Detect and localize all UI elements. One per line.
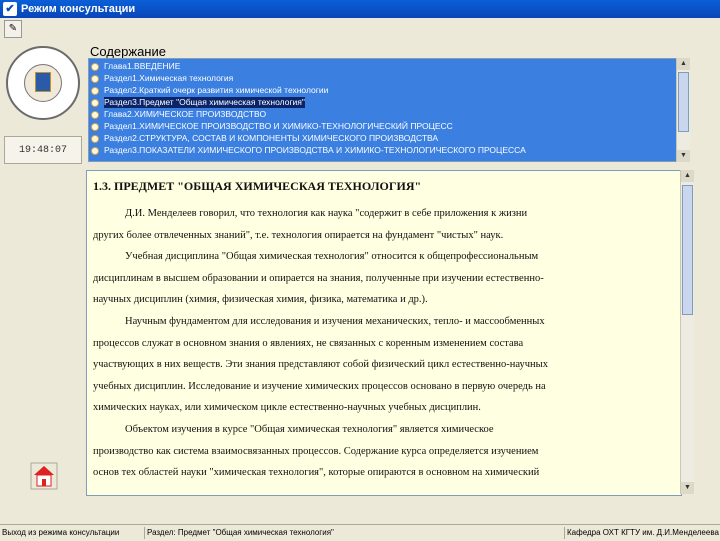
doc-line: Научным фундаментом для исследования и и… — [125, 316, 545, 327]
toc-item[interactable]: Глава1.ВВЕДЕНИЕ — [91, 61, 180, 72]
clock-display: 19:48:07 — [4, 136, 82, 164]
bullet-icon — [91, 122, 99, 131]
bullet-icon — [91, 62, 99, 71]
doc-line: дисциплинам в высшем образовании и опира… — [93, 272, 544, 284]
app-icon: ✔ — [3, 2, 17, 16]
dept-status: Кафедра ОХТ КГТУ им. Д.И.Менделеева — [564, 527, 719, 539]
toc-scrollbar[interactable]: ▲ ▼ — [676, 58, 690, 162]
title-bar: ✔ Режим консультации — [0, 0, 720, 18]
toc-item[interactable]: Раздел3.ПОКАЗАТЕЛИ ХИМИЧЕСКОГО ПРОИЗВОДС… — [91, 145, 526, 156]
document-pane: 1.3. ПРЕДМЕТ "ОБЩАЯ ХИМИЧЕСКАЯ ТЕХНОЛОГИ… — [86, 170, 682, 496]
toc-item-label: Раздел2.Краткий очерк развития химическо… — [104, 85, 329, 95]
toc-item-label: Раздел3.Предмет "Общая химическая технол… — [104, 97, 305, 108]
toc-item[interactable]: Раздел2.СТРУКТУРА, СОСТАВ И КОМПОНЕНТЫ Х… — [91, 133, 438, 144]
bullet-icon — [91, 134, 99, 143]
doc-line: производство как система взаимосвязанных… — [93, 445, 539, 457]
bullet-icon — [91, 110, 99, 119]
scroll-down-icon[interactable]: ▼ — [677, 150, 690, 162]
bullet-icon — [91, 98, 99, 107]
doc-heading: 1.3. ПРЕДМЕТ "ОБЩАЯ ХИМИЧЕСКАЯ ТЕХНОЛОГИ… — [93, 179, 422, 193]
toc-item[interactable]: Глава2.ХИМИЧЕСКОЕ ПРОИЗВОДСТВО — [91, 109, 266, 120]
toc-scroll-thumb[interactable] — [678, 72, 689, 132]
doc-line: Учебная дисциплина "Общая химическая тех… — [125, 251, 539, 263]
doc-line: участвующих в них веществ. Эти знания пр… — [93, 359, 548, 371]
toc-item-label: Глава2.ХИМИЧЕСКОЕ ПРОИЗВОДСТВО — [104, 109, 267, 119]
doc-line: Объектом изучения в курсе "Общая химичес… — [125, 424, 494, 435]
toc-item-label: Раздел3.ПОКАЗАТЕЛИ ХИМИЧЕСКОГО ПРОИЗВОДС… — [104, 145, 526, 155]
edit-icon[interactable]: ✎ — [4, 20, 22, 38]
scroll-up-icon[interactable]: ▲ — [681, 170, 694, 182]
bullet-icon — [91, 146, 99, 155]
toc-item[interactable]: Раздел2.Краткий очерк развития химическо… — [91, 85, 328, 96]
bullet-icon — [91, 86, 99, 95]
scroll-up-icon[interactable]: ▲ — [677, 58, 690, 70]
status-bar: Выход из режима консультации Раздел: Пре… — [0, 524, 720, 541]
doc-line: химических науках, или химическом цикле … — [93, 402, 481, 414]
exit-status[interactable]: Выход из режима консультации — [0, 527, 142, 539]
doc-line: других более отвлеченных знаний", т.е. т… — [93, 229, 504, 241]
left-panel: 19:48:07 — [0, 38, 84, 168]
doc-line: процессов служат в основном знания о явл… — [93, 337, 524, 349]
emblem-crest — [35, 72, 51, 92]
doc-line: научных дисциплин (химия, физическая хим… — [93, 294, 428, 306]
toc-list[interactable]: Глава1.ВВЕДЕНИЕ Раздел1.Химическая технол… — [88, 58, 690, 162]
toc-item[interactable]: Раздел3.Предмет "Общая химическая технол… — [91, 97, 305, 108]
doc-line: учебных дисциплин. Исследование и изучен… — [93, 380, 546, 392]
doc-line: основ тех областей науки "химическая тех… — [93, 467, 540, 479]
home-button[interactable] — [30, 462, 58, 490]
toc-item-label: Раздел1.ХИМИЧЕСКОЕ ПРОИЗВОДСТВО И ХИМИКО… — [104, 121, 453, 131]
window-title: Режим консультации — [21, 3, 136, 15]
toc-item-label: Глава1.ВВЕДЕНИЕ — [104, 61, 181, 71]
doc-line: Д.И. Менделеев говорил, что технология к… — [125, 208, 528, 219]
toc-item-label: Раздел1.Химическая технология — [104, 73, 234, 83]
university-emblem — [6, 46, 80, 120]
home-icon[interactable] — [30, 462, 58, 490]
doc-scrollbar[interactable]: ▲ ▼ — [680, 170, 694, 494]
toc-item[interactable]: Раздел1.Химическая технология — [91, 73, 233, 84]
toc-item-label: Раздел2.СТРУКТУРА, СОСТАВ И КОМПОНЕНТЫ Х… — [104, 133, 439, 143]
toc-item[interactable]: Раздел1.ХИМИЧЕСКОЕ ПРОИЗВОДСТВО И ХИМИКО… — [91, 121, 453, 132]
toc-title: Содержание — [90, 44, 166, 59]
section-status: Раздел: Предмет "Общая химическая технол… — [144, 527, 563, 539]
bullet-icon — [91, 74, 99, 83]
toolbar: ✎ — [0, 18, 720, 38]
scroll-down-icon[interactable]: ▼ — [681, 482, 694, 494]
doc-scroll-thumb[interactable] — [682, 185, 693, 316]
